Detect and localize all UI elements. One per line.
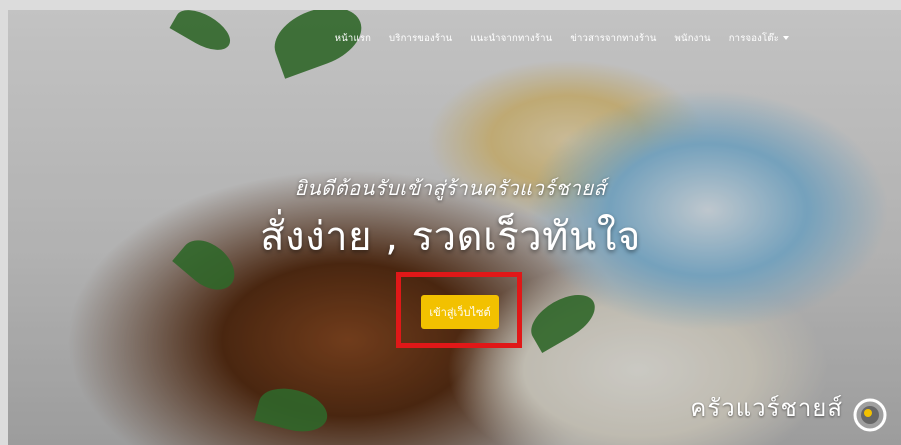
enter-website-button[interactable]: เข้าสู่เว็บไซต์ [421, 295, 499, 329]
nav-item-home[interactable]: หน้าแรก [335, 31, 371, 46]
brand-logo-icon [853, 398, 887, 432]
caret-down-icon [783, 36, 789, 41]
nav-item-services[interactable]: บริการของร้าน [389, 31, 452, 46]
brand-name: ครัวแวร์ชายส์ [690, 395, 843, 422]
welcome-subtitle: ยินดีต้อนรับเข้าสู่ร้านครัวแวร์ชายส์ [294, 176, 607, 200]
nav-item-staff[interactable]: พนักงาน [675, 31, 711, 46]
nav-item-reservation-label: การจองโต๊ะ [728, 33, 779, 44]
nav-item-recommendations[interactable]: แนะนำจากทางร้าน [470, 31, 552, 46]
screenshot-frame: หน้าแรก บริการของร้าน แนะนำจากทางร้าน ข่… [0, 0, 901, 445]
nav-item-news[interactable]: ข่าวสารจากทางร้าน [570, 31, 656, 46]
nav-item-reservation-dropdown[interactable]: การจองโต๊ะ [729, 31, 789, 46]
top-navigation: หน้าแรก บริการของร้าน แนะนำจากทางร้าน ข่… [335, 31, 789, 46]
hero-headline: สั่งง่าย , รวดเร็วทันใจ [260, 214, 641, 260]
